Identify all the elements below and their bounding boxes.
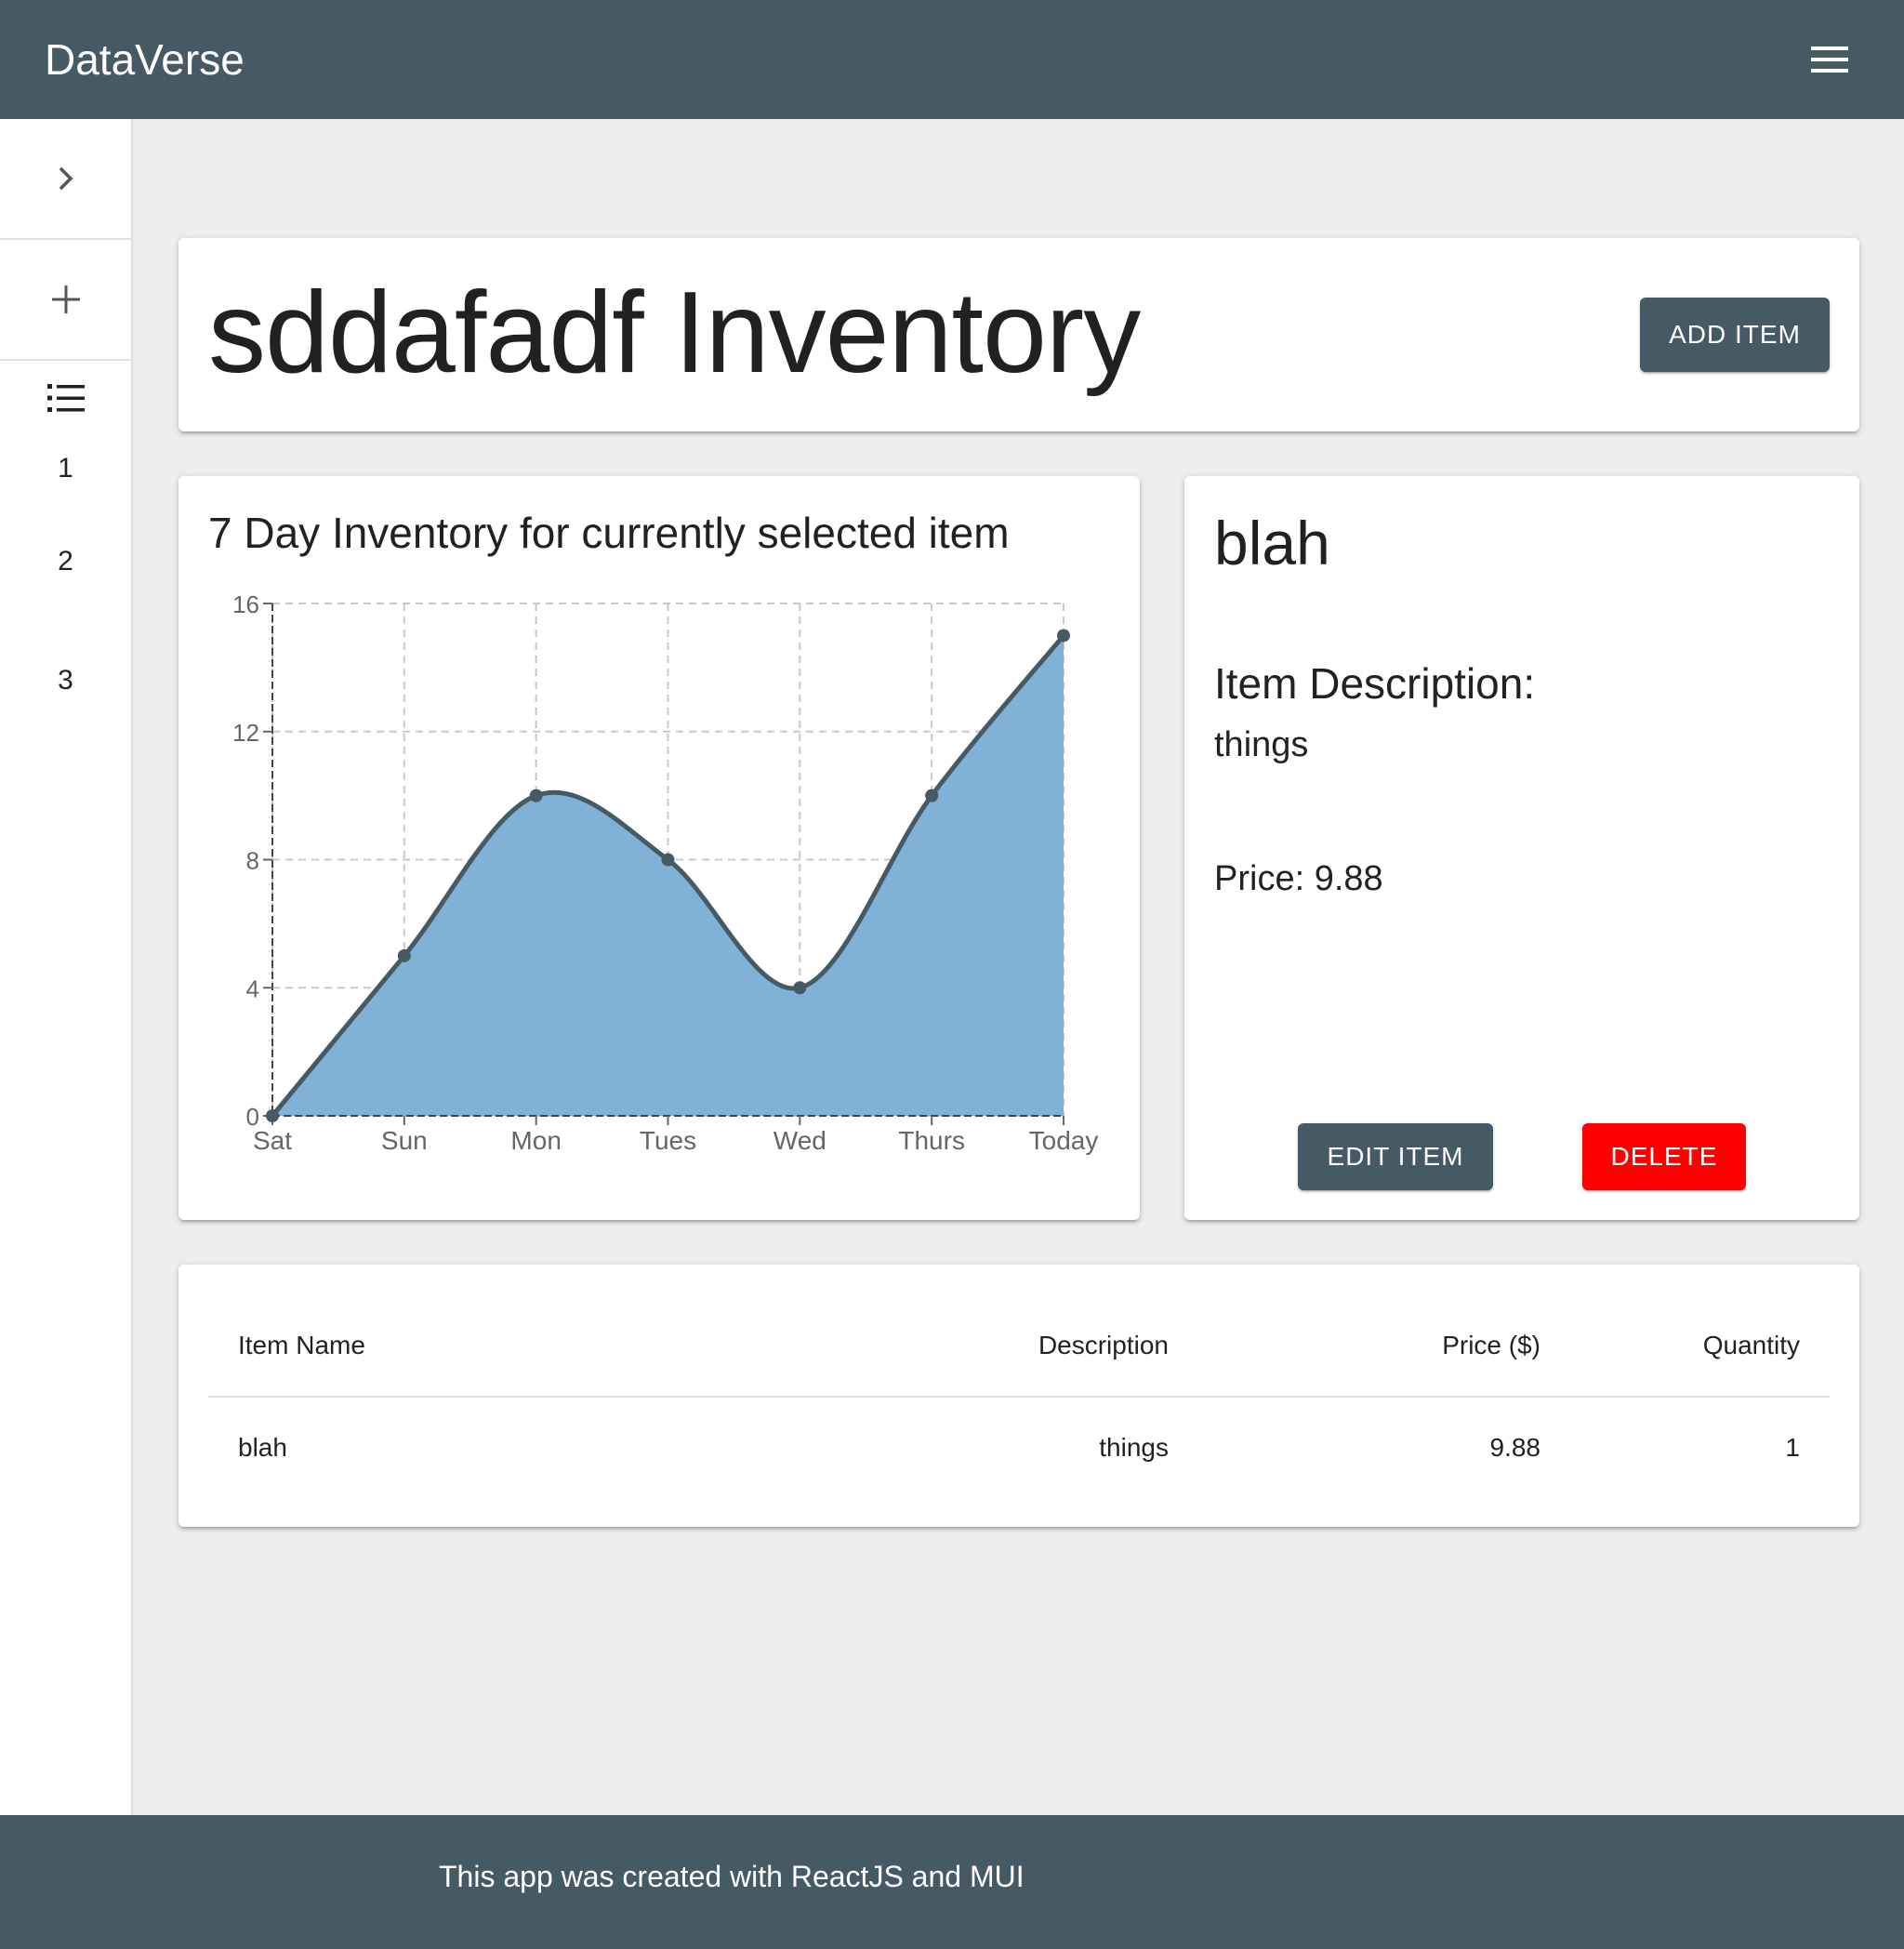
inventory-chart: 0481216Sat Sun Mon Tues Wed Thurs Today [232, 590, 1099, 1155]
item-description-value: things [1214, 725, 1309, 764]
x-tick-label: Sun [381, 1126, 428, 1155]
plus-icon [51, 285, 80, 313]
item-description-label: Item Description: [1214, 659, 1536, 708]
expand-sidebar-button[interactable] [0, 119, 131, 238]
item-name: blah [1214, 509, 1330, 577]
y-tick-label: 16 [232, 590, 259, 618]
edit-item-button[interactable]: EDIT ITEM [1298, 1123, 1493, 1190]
add-inventory-button[interactable] [0, 240, 131, 359]
data-point [397, 948, 411, 962]
data-point [529, 789, 543, 802]
inventory-chart-card: 7 Day Inventory for currently selected i… [178, 476, 1140, 1220]
hamburger-icon [1811, 46, 1848, 73]
inventory-table-card: Item Name Description Price ($) Quantity… [178, 1265, 1859, 1527]
item-price: Price: 9.88 [1214, 859, 1383, 898]
inventory-header-card: sddafadf Inventory ADD ITEM [178, 238, 1859, 431]
item-detail-card: blah Item Description: things Price: 9.8… [1184, 476, 1859, 1220]
footer: This app was created with ReactJS and MU… [0, 1815, 1904, 1949]
chart-area-fill [272, 635, 1064, 1116]
brand-title: DataVerse [45, 35, 245, 84]
data-point [661, 853, 675, 867]
x-tick-label: Tues [640, 1126, 696, 1155]
page-title: sddafadf Inventory [208, 269, 1141, 397]
sidebar: 1 2 3 [0, 119, 133, 1815]
column-header-quantity: Quantity [1570, 1294, 1830, 1398]
app-bar: DataVerse [0, 0, 1904, 119]
table-header-row: Item Name Description Price ($) Quantity [208, 1294, 1830, 1398]
footer-text: This app was created with ReactJS and MU… [439, 1860, 1025, 1893]
x-tick-label: Thurs [898, 1126, 965, 1155]
list-section [0, 361, 131, 435]
cell-item-name: blah [238, 1432, 287, 1462]
sidebar-item-1[interactable]: 1 [0, 435, 131, 502]
column-header-description: Description [785, 1294, 1198, 1398]
data-point [925, 789, 939, 802]
menu-button[interactable] [1800, 30, 1859, 89]
cell-description: things [1099, 1432, 1169, 1462]
data-point [266, 1109, 279, 1122]
sidebar-item-2[interactable]: 2 [0, 502, 131, 621]
data-point [1057, 629, 1070, 643]
x-tick-label: Sat [253, 1126, 292, 1155]
y-tick-label: 4 [246, 974, 259, 1002]
chevron-right-icon [59, 166, 73, 191]
data-point [793, 981, 807, 995]
delete-item-button[interactable]: DELETE [1582, 1123, 1746, 1190]
y-tick-label: 8 [246, 847, 259, 875]
cell-price: 9.88 [1489, 1432, 1541, 1462]
column-header-item-name: Item Name [208, 1294, 785, 1398]
x-tick-label: Mon [510, 1126, 561, 1155]
list-icon [46, 384, 85, 412]
y-tick-label: 12 [232, 719, 259, 747]
inventory-table: Item Name Description Price ($) Quantity… [208, 1294, 1830, 1497]
sidebar-item-3[interactable]: 3 [0, 621, 131, 740]
column-header-price: Price ($) [1198, 1294, 1570, 1398]
x-tick-label: Wed [774, 1126, 826, 1155]
add-item-button[interactable]: ADD ITEM [1640, 298, 1830, 372]
cell-quantity: 1 [1785, 1432, 1800, 1462]
table-row[interactable]: blah things 9.88 1 [208, 1397, 1830, 1497]
x-tick-label: Today [1029, 1126, 1099, 1155]
